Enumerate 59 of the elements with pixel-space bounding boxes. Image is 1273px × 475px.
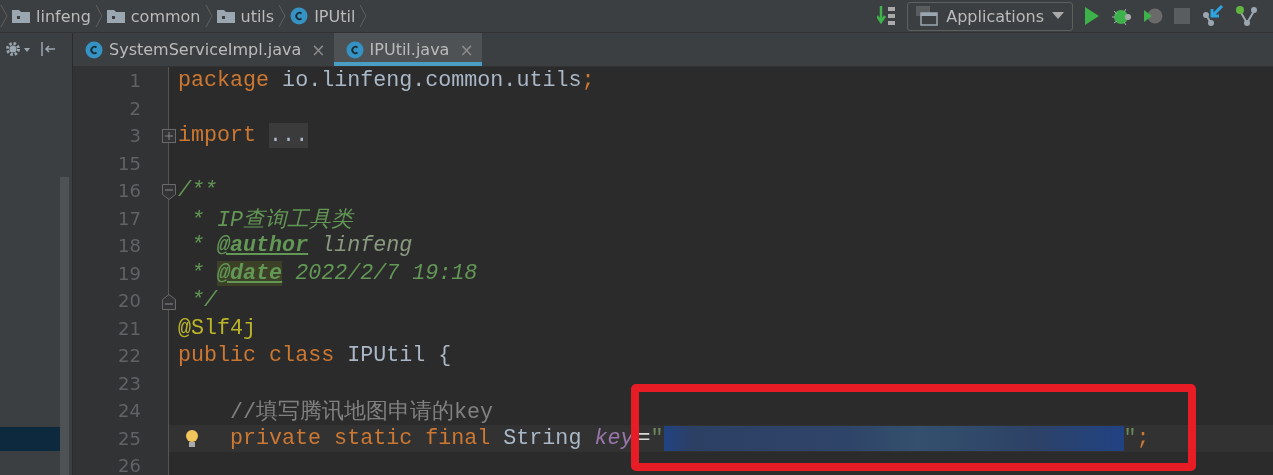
code-token: ... [269, 123, 309, 149]
fold-collapse-icon[interactable] [161, 293, 177, 311]
bug-icon[interactable] [1111, 6, 1133, 26]
breadcrumb-item[interactable]: linfeng [8, 6, 95, 26]
code-token: ; [1136, 425, 1150, 451]
code-token: = [637, 425, 651, 451]
code-token: @date [217, 260, 283, 286]
class-icon [290, 7, 309, 25]
lightbulb-icon[interactable] [185, 428, 199, 449]
code-token: " [1123, 425, 1137, 451]
code-token: private static final [230, 425, 491, 451]
code-token: * [190, 260, 206, 286]
code-token: IPUtil { [346, 343, 452, 369]
class-icon [345, 40, 364, 59]
code-token: import [178, 123, 258, 149]
code-token: /** [178, 178, 218, 204]
code-token: String [502, 425, 583, 451]
code-token: linfeng [320, 233, 413, 259]
code-token: */ [190, 288, 218, 314]
scrollbar-thumb[interactable] [60, 177, 69, 475]
chevron-icon [278, 4, 287, 28]
chevron-icon [204, 4, 213, 28]
editor-tab[interactable]: SystemServiceImpl.java × [73, 33, 334, 66]
chevron-icon [0, 4, 8, 28]
window-icon [916, 6, 939, 26]
folder-icon [216, 9, 235, 23]
code-token: ; [581, 68, 595, 94]
code-token: //填写腾讯地图申请的key [230, 399, 494, 426]
vcs-commit-icon[interactable] [1235, 5, 1259, 27]
code-token: * [190, 233, 206, 259]
run-configuration-dropdown[interactable]: Applications [907, 1, 1073, 31]
run-icon[interactable] [1083, 6, 1101, 26]
folder-icon [12, 9, 30, 23]
collapse-panel-icon[interactable] [40, 41, 56, 57]
code-token: public class [178, 343, 335, 369]
editor-tab[interactable]: IPUtil.java × [333, 33, 482, 66]
code-token: io.linfeng.common.utils [281, 68, 582, 94]
coverage-icon[interactable] [1143, 6, 1163, 26]
breadcrumb-item[interactable]: common [102, 6, 205, 26]
chevron-icon [94, 4, 103, 28]
settings-icon[interactable] [4, 40, 32, 58]
code-token: " [650, 425, 664, 451]
sort-icon[interactable] [877, 5, 898, 27]
code-token: key [594, 425, 634, 451]
breadcrumb-item[interactable]: IPUtil [286, 6, 360, 26]
folder-icon [106, 9, 125, 23]
code-token: @Slf4j [178, 315, 257, 341]
code-token: 2022/2/7 19:18 [294, 260, 478, 286]
code-token: @author [217, 233, 309, 259]
code-token: * IP查询工具类 [190, 206, 354, 233]
caret-icon [1052, 12, 1064, 20]
chevron-icon [359, 4, 368, 28]
code-token: package [178, 68, 270, 94]
breadcrumb-item[interactable]: utils [212, 6, 279, 26]
close-icon[interactable]: × [311, 39, 326, 60]
fold-expand-icon[interactable] [161, 128, 177, 144]
fold-collapse-icon[interactable] [161, 183, 177, 201]
class-icon [85, 40, 103, 59]
vcs-update-icon[interactable] [1201, 5, 1225, 27]
